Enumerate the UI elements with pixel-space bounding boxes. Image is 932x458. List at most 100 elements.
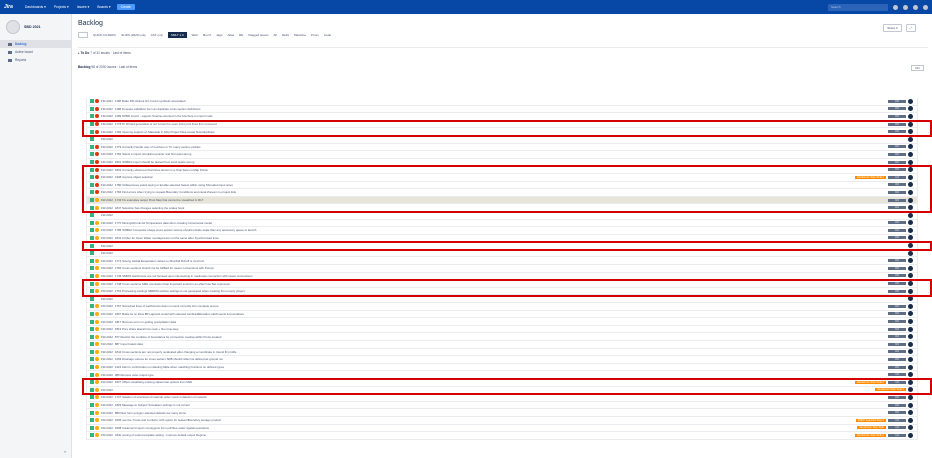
issue-row[interactable]: FW-2022 1840 unsing of output template se…	[86, 432, 918, 440]
issue-row[interactable]: FW-2021 1186 Make RR clickout lint correc…	[86, 98, 918, 106]
assignee-avatar[interactable]	[908, 174, 913, 180]
assignee-avatar[interactable]	[908, 273, 913, 279]
issue-row[interactable]: FW-2022 1844 Cross sections are not prope…	[86, 348, 918, 357]
menu-issues[interactable]: Issues ▾	[77, 5, 89, 9]
assignee-avatar[interactable]	[908, 98, 913, 104]
assignee-avatar[interactable]	[908, 113, 913, 119]
issue-row[interactable]: FW-2022 1817 Remove error on getting prec…	[86, 318, 918, 326]
epic-label[interactable]: Henderson Step Stub 2	[875, 388, 906, 392]
issue-key[interactable]: FW-2022	[101, 411, 113, 415]
issue-row[interactable]: FW-2022	[86, 211, 918, 220]
issue-row[interactable]: FW-2022 1779 Correctly handle user of num…	[86, 143, 918, 152]
issue-key[interactable]: FW-2022	[101, 107, 113, 111]
issue-row[interactable]: FW-2022 1751 Processing settings SMRFM su…	[86, 287, 918, 296]
issue-key[interactable]: FW-2022	[101, 213, 113, 217]
assignee-avatar[interactable]	[908, 334, 913, 340]
issue-key[interactable]: FW-2022	[101, 168, 113, 172]
sidebar-item-active-board[interactable]: Active board	[0, 48, 71, 56]
issue-key[interactable]: FW-2022	[101, 130, 113, 134]
filter-chip-active[interactable]: SMLT 1.0	[167, 32, 187, 38]
issue-key[interactable]: FW-2022	[101, 266, 113, 270]
assignee-avatar[interactable]	[908, 189, 913, 195]
filter-search-input[interactable]	[78, 32, 88, 38]
epic-label[interactable]: Henderson Step Stub 2	[855, 175, 886, 179]
assignee-avatar[interactable]	[908, 167, 913, 173]
filter-chip[interactable]: Web	[192, 33, 198, 37]
search-input[interactable]: Search	[828, 3, 888, 11]
issue-row[interactable]: FW-2022 1807 Buttle lw on Flow BP Lagrand…	[86, 310, 918, 319]
assignee-avatar[interactable]	[908, 220, 913, 226]
issue-key[interactable]: FW-2022	[101, 418, 113, 422]
assignee-avatar[interactable]	[908, 182, 913, 188]
assignee-avatar[interactable]	[908, 281, 913, 287]
issue-row[interactable]: FW-2022	[86, 295, 918, 304]
issue-row[interactable]: FW-2022	[86, 135, 918, 144]
issue-key[interactable]: FW-2022	[101, 289, 113, 293]
issue-key[interactable]: FW-2022	[101, 228, 113, 232]
todo-section-header[interactable]: ▸ To Do 7 of 31 issues · Last of items	[78, 47, 928, 55]
epic-label[interactable]: SMPP Selected Step 2	[855, 418, 886, 422]
issue-key[interactable]: FW-2022	[101, 335, 113, 339]
filter-chip[interactable]: All	[274, 33, 277, 37]
issue-key[interactable]: FW-2022	[101, 403, 113, 407]
issue-row[interactable]: FW-2022 1838 Implement import of polygons…	[86, 424, 918, 433]
filter-chip[interactable]: RE	[239, 33, 243, 37]
issue-key[interactable]: FW-2022	[101, 350, 113, 354]
assignee-avatar[interactable]	[908, 106, 913, 112]
issue-key[interactable]: FW-2022	[101, 114, 113, 118]
assignee-avatar[interactable]	[908, 356, 913, 362]
issue-row[interactable]: FW-2022 1847 Selection has changes select…	[86, 204, 918, 212]
issue-key[interactable]: FW-2022	[101, 426, 113, 430]
issue-key[interactable]: FW-2022	[101, 342, 113, 346]
bell-icon[interactable]	[893, 4, 898, 10]
issue-row[interactable]: FW-2022	[86, 242, 918, 250]
issue-key[interactable]: FW-2022	[101, 365, 113, 369]
issue-key[interactable]: FW-2022	[101, 160, 113, 164]
issue-key[interactable]: FW-2022	[101, 183, 113, 187]
issue-row[interactable]: FW-2022 1841 Al fiber for Open Water over…	[86, 234, 918, 243]
issue-row[interactable]: FW-2022 1819 Prev share lateral limo rows…	[86, 325, 918, 334]
issue-row[interactable]: FW-2022 1834 Correctly obscured chart lin…	[86, 166, 918, 174]
share-button[interactable]: Share ▾	[883, 24, 902, 32]
issue-key[interactable]: FW-2022	[101, 327, 113, 331]
issue-key[interactable]: FW-2022	[101, 175, 113, 179]
create-sprint-button[interactable]: Drv	[911, 65, 924, 71]
help-icon[interactable]	[903, 4, 908, 10]
assignee-avatar[interactable]	[908, 159, 913, 165]
collapse-sidebar-button[interactable]: «	[64, 449, 66, 454]
issue-key[interactable]: FW-2022	[101, 274, 113, 278]
issue-key[interactable]: FW-2022	[101, 251, 113, 255]
settings-icon[interactable]	[913, 4, 918, 10]
assignee-avatar[interactable]	[908, 205, 913, 211]
filter-chip[interactable]: AST only	[151, 33, 163, 37]
issue-row[interactable]: FW-2022 1781 Select 2 import shouldnot-po…	[86, 151, 918, 159]
create-button[interactable]: Create	[116, 4, 135, 10]
assignee-avatar[interactable]	[908, 197, 913, 203]
issue-key[interactable]: FW-2022	[101, 145, 113, 149]
issue-row[interactable]: FW-2022 Henderson Step Stub 2	[86, 386, 918, 395]
epic-label[interactable]: Henderson Step Stub	[857, 426, 886, 430]
issue-key[interactable]: FW-2022	[101, 373, 113, 377]
assignee-avatar[interactable]	[908, 265, 913, 271]
filter-chip[interactable]: Jags	[216, 33, 222, 37]
issue-row[interactable]: FW-2022 1737 Selation of structural of ro…	[86, 394, 918, 402]
issue-row[interactable]: FW-2022 1801 SOBD3 import should be plane…	[86, 158, 918, 167]
issue-key[interactable]: FW-2022	[101, 152, 113, 156]
issue-row[interactable]: FW-2022 1784 Find errors when trying to r…	[86, 189, 918, 197]
filter-chip[interactable]: Priors	[311, 33, 319, 37]
issue-row[interactable]: FW-2022	[86, 249, 918, 258]
assignee-avatar[interactable]	[908, 341, 913, 347]
issue-key[interactable]: FW-2021	[101, 99, 113, 103]
assignee-avatar[interactable]	[908, 394, 913, 400]
assignee-avatar[interactable]	[908, 303, 913, 309]
assignee-avatar[interactable]	[908, 258, 913, 264]
filter-chip[interactable]: Maceline	[294, 33, 306, 37]
issue-key[interactable]: FW-2022	[101, 433, 113, 437]
issue-row[interactable]: FW-2022 877 Restrict the combine of bound…	[86, 333, 918, 341]
issue-row[interactable]: FW-2022 1782 Opening support of: Material…	[86, 128, 918, 136]
issue-key[interactable]: FW-2022	[101, 304, 113, 308]
issue-key[interactable]: FW-2022	[101, 244, 113, 248]
issue-row[interactable]: FW-2022 1829 Message to Subject Simulatio…	[86, 401, 918, 410]
filter-chip[interactable]: Atlas	[227, 33, 234, 37]
issue-row[interactable]: FW-2022 1785 SOBD2 Composite shape cross …	[86, 227, 918, 235]
